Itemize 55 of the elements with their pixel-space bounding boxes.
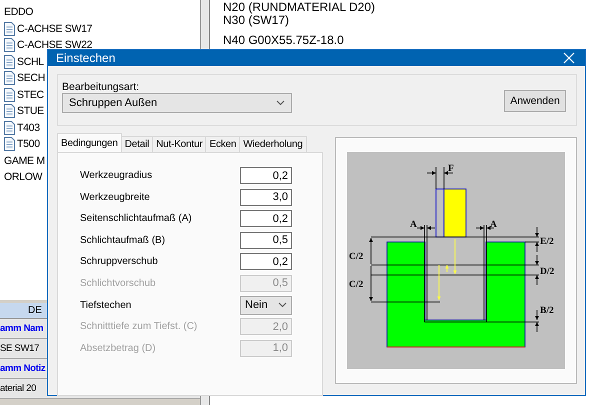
field-label: Werkzeugbreite [80,192,150,203]
document-icon [4,22,15,36]
field-label: Werkzeugradius [80,170,152,181]
tree-item[interactable]: SECH [17,72,45,84]
tree-item[interactable]: T403 [17,122,40,134]
tree-item[interactable]: STEC [17,88,44,101]
dimension-label: C/2 [349,252,364,262]
tool-path-drawing [437,238,457,300]
code-line: N30 (SW17) [223,14,290,26]
field-label: Absetzbetrag (D) [80,342,156,354]
caret-icon [276,100,285,106]
field-label: Schnitttiefe zum Tiefst. (C) [80,321,198,332]
number-field[interactable]: 0,2 [240,167,292,184]
dimension-label: A [410,220,417,230]
tree-item[interactable]: C-ACHSE SW22 [17,39,92,52]
field-label: Schruppverschub [80,256,158,268]
dimension-label: E/2 [540,237,554,247]
field-label: Schlichtaufmaß (B) [80,234,166,246]
number-field[interactable]: 0,2 [240,253,292,270]
document-icon [4,71,15,86]
tree-item[interactable]: GAME M [4,154,45,167]
code-line: N40 G00X55.75Z-18.0 [223,34,345,46]
apply-button[interactable]: Anwenden [504,90,566,112]
dimension-label: F [448,164,454,174]
tree-item[interactable]: ORLOW [4,171,42,184]
tree-item[interactable]: STUE [17,105,44,118]
code-line: N20 (RUNDMATERIAL D20) [223,1,376,14]
document-icon [4,120,15,135]
field-label: Schlichtvorschub [80,278,156,289]
document-icon [4,38,15,52]
number-field[interactable]: 0,2 [240,210,292,228]
dimension-label: A [490,220,497,230]
tree-item[interactable]: C-ACHSE SW17 [17,22,92,35]
field-label: Seitenschlichtaufmaß (A) [80,213,192,224]
tab[interactable]: Wiederholung [239,136,307,152]
document-icon [4,137,15,152]
tool-drawing [436,188,466,238]
tree-item[interactable]: T500 [17,138,40,150]
tree-item[interactable]: SCHL [17,56,44,68]
document-icon [4,88,15,102]
number-field[interactable]: 0,5 [240,232,292,249]
close-icon[interactable] [561,50,577,66]
dimension-label: D/2 [540,267,554,277]
document-icon [4,104,15,118]
dimension-label: B/2 [540,306,554,316]
dimension-label: C/2 [349,280,364,290]
tab[interactable]: Bedingungen [57,133,122,152]
document-icon [4,54,15,69]
window-title: Einstechen [56,51,116,65]
caret-icon [278,302,287,308]
number-field[interactable]: 3,0 [240,188,292,206]
mode-dropdown[interactable]: Schruppen Außen [62,93,292,113]
group-label: Bearbeitungsart: [62,81,140,93]
dropdown[interactable]: Nein [240,296,292,315]
tree-item[interactable]: EDDO [4,6,34,18]
